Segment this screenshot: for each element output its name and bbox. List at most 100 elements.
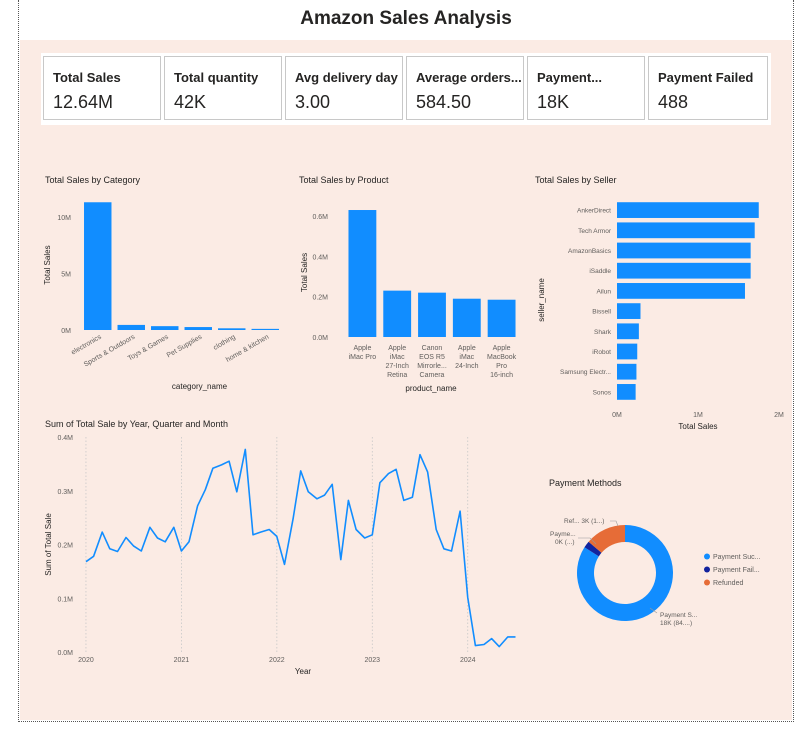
kpi-label: Payment Failed: [658, 70, 754, 85]
kpi-strip: Total Sales 12.64M Total quantity 42K Av…: [41, 53, 771, 125]
x-tick-label: Apple iMac Pro: [349, 345, 377, 361]
leader-line: [610, 520, 619, 527]
y-tick-label: 0.0M: [312, 335, 328, 342]
x-tick-label: 2022: [269, 657, 285, 664]
x-tick-label: 2M: [774, 412, 784, 419]
product-chart-title: Total Sales by Product: [299, 175, 389, 185]
y-tick-label: 0.6M: [312, 214, 328, 221]
bar[interactable]: [151, 326, 179, 330]
y-tick-label: Sonos: [593, 389, 612, 396]
bar[interactable]: [617, 222, 755, 239]
category-bar-chart[interactable]: 0M5M10MelectronicsSports & OutdoorsToys …: [40, 190, 290, 400]
kpi-label: Payment...: [537, 70, 603, 85]
bar[interactable]: [617, 363, 637, 380]
y-tick-label: Samsung Electr...: [560, 369, 611, 376]
title-bar: Amazon Sales Analysis: [20, 0, 792, 40]
product-bar-chart[interactable]: 0.0M 0.2M 0.4M 0.6M Apple iMac Pro Apple iMac 27…: [295, 190, 525, 400]
x-axis-label: Year: [295, 667, 312, 676]
kpi-card-payment[interactable]: Payment... 18K: [527, 56, 645, 120]
y-tick-label: 0.2M: [57, 543, 73, 550]
y-tick-label: iRobot: [592, 349, 611, 356]
kpi-card-total-quantity[interactable]: Total quantity 42K: [164, 56, 282, 120]
bar[interactable]: [452, 298, 481, 337]
legend-marker: [704, 553, 710, 560]
dashboard-frame-bottom: [18, 721, 794, 722]
bar[interactable]: [418, 292, 446, 337]
x-tick-label: clothing: [212, 334, 236, 352]
bar[interactable]: [184, 327, 212, 330]
kpi-card-average-orders[interactable]: Average orders... 584.50: [406, 56, 524, 120]
x-tick-label: 0M: [612, 412, 622, 419]
bar[interactable]: [348, 210, 377, 337]
x-axis-label: product_name: [405, 384, 457, 393]
x-tick-label: 1M: [693, 412, 703, 419]
x-tick-label: Apple MacBook Pro 16-inch: [487, 345, 517, 379]
x-axis-label: category_name: [172, 382, 228, 391]
bar[interactable]: [617, 323, 639, 340]
kpi-value: 3.00: [295, 92, 331, 112]
sales-timeline-chart[interactable]: 0.0M 0.1M 0.2M 0.3M 0.4M 2020 2021 2022 2023 2024…: [40, 430, 530, 680]
slice-data-label: Payment S... 18K (84....): [660, 612, 697, 627]
y-tick-label: 0M: [61, 328, 71, 335]
kpi-card-total-sales[interactable]: Total Sales 12.64M: [43, 56, 161, 120]
bar[interactable]: [383, 290, 412, 337]
timeline-chart-title: Sum of Total Sale by Year, Quarter and M…: [45, 419, 228, 429]
seller-chart-title: Total Sales by Seller: [535, 175, 617, 185]
kpi-value: 488: [658, 92, 689, 112]
bar[interactable]: [617, 262, 751, 279]
slice-data-label: Payme... 0K (...): [550, 531, 576, 546]
x-tick-label: 2023: [364, 657, 380, 664]
x-tick-label: Apple iMac 24-Inch: [455, 345, 478, 370]
kpi-value: 42K: [174, 92, 207, 112]
x-tick-label: Pet Supplies: [166, 333, 204, 359]
y-axis-label: Total Sales: [300, 253, 309, 292]
kpi-label: Average orders...: [416, 70, 522, 85]
bar[interactable]: [218, 328, 246, 330]
bar[interactable]: [617, 384, 636, 400]
y-axis-label: seller_name: [537, 278, 546, 322]
dashboard-frame-right: [793, 0, 794, 722]
y-tick-label: 0.3M: [57, 489, 73, 496]
bar[interactable]: [117, 324, 145, 330]
x-tick-label: Canon EOS R5 Mirrorle... Camera: [417, 345, 447, 379]
y-tick-label: 0.0M: [57, 650, 73, 657]
y-tick-label: 0.4M: [57, 435, 73, 442]
legend-item[interactable]: Refunded: [713, 580, 743, 587]
kpi-label: Avg delivery day: [295, 70, 398, 85]
y-tick-label: 0.4M: [312, 254, 328, 261]
y-tick-label: Bissell: [592, 309, 611, 316]
x-axis-label: Total Sales: [678, 422, 717, 431]
y-axis-label: Total Sales: [43, 245, 52, 284]
payment-methods-donut[interactable]: Payment S... 18K (84....) Payme... 0K (...)…: [540, 490, 790, 660]
y-tick-label: 0.1M: [57, 596, 73, 603]
sales-line[interactable]: [85, 448, 516, 648]
bar[interactable]: [617, 202, 759, 218]
bar[interactable]: [617, 303, 641, 319]
y-tick-label: Shark: [594, 329, 612, 336]
y-tick-label: iSaddle: [589, 268, 611, 275]
legend-marker: [704, 566, 710, 573]
slice-data-label: Ref... 3K (1...): [564, 518, 604, 525]
kpi-card-avg-delivery-day[interactable]: Avg delivery day 3.00: [285, 56, 403, 120]
bar[interactable]: [617, 242, 751, 259]
bar[interactable]: [84, 202, 112, 330]
bar[interactable]: [251, 328, 279, 330]
kpi-value: 18K: [537, 92, 570, 112]
seller-bar-chart[interactable]: AnkerDirect Tech Armor AmazonBasics iSaddle…: [530, 190, 792, 440]
kpi-label: Total Sales: [53, 70, 121, 85]
dashboard-frame-left: [18, 0, 19, 722]
legend-marker: [704, 579, 710, 586]
bar[interactable]: [617, 283, 745, 299]
y-tick-label: 5M: [61, 271, 71, 278]
kpi-label: Total quantity: [174, 70, 259, 85]
x-tick-label: 2020: [78, 657, 94, 664]
kpi-value: 584.50: [416, 92, 472, 112]
kpi-card-payment-failed[interactable]: Payment Failed 488: [648, 56, 768, 120]
bar[interactable]: [617, 343, 638, 360]
legend-item[interactable]: Payment Fail...: [713, 567, 760, 574]
payment-chart-title: Payment Methods: [549, 478, 622, 488]
x-tick-label: 2024: [460, 657, 476, 664]
kpi-value: 12.64M: [53, 92, 114, 112]
legend-item[interactable]: Payment Suc...: [713, 554, 761, 561]
bar[interactable]: [487, 299, 516, 337]
